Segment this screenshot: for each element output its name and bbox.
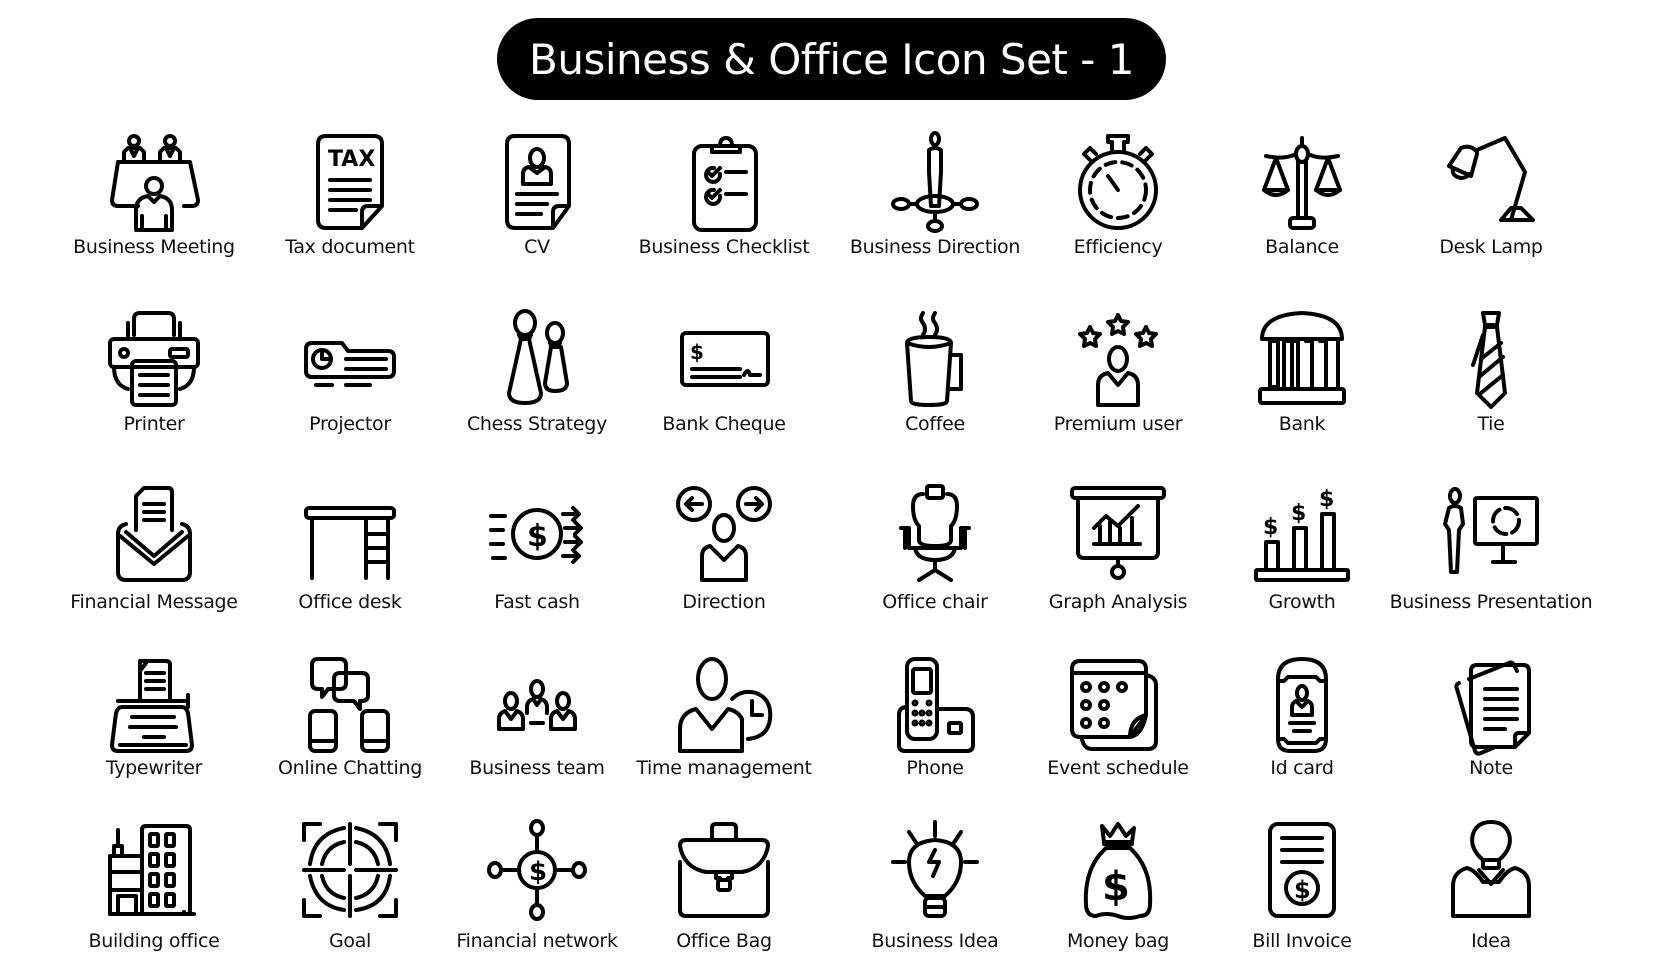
svg-text:$: $ [690, 340, 704, 364]
financial-message-icon [104, 484, 204, 584]
icon-label: Direction [682, 591, 766, 613]
money-bag-icon: $ [1068, 820, 1168, 920]
time-management-icon [674, 655, 774, 755]
business-direction-icon [885, 131, 985, 233]
svg-text:$: $ [1102, 864, 1130, 910]
title-banner: Business & Office Icon Set - 1 [497, 18, 1166, 100]
icon-label: Bank Cheque [662, 413, 786, 435]
fast-cash-icon: $ [487, 484, 587, 584]
icon-label: Business Checklist [638, 236, 810, 258]
bank-cheque-icon: $ [674, 309, 774, 409]
svg-text:$: $ [1294, 876, 1311, 904]
icon-label: Idea [1471, 930, 1511, 952]
online-chatting-icon [300, 655, 400, 755]
icon-label: Desk Lamp [1439, 236, 1543, 258]
business-checklist-icon [674, 132, 774, 232]
page-title: Business & Office Icon Set - 1 [529, 34, 1134, 84]
business-team-icon [487, 655, 587, 755]
svg-text:$: $ [1319, 487, 1334, 512]
printer-icon [104, 309, 204, 409]
premium-user-icon [1068, 309, 1168, 409]
financial-network-icon: $ [487, 819, 587, 921]
icon-label: Time management [636, 757, 812, 779]
desk-lamp-icon [1441, 132, 1541, 232]
icon-label: Office Bag [676, 930, 772, 952]
business-presentation-icon [1441, 484, 1541, 584]
phone-icon [885, 655, 985, 755]
svg-text:$: $ [529, 857, 547, 887]
stopwatch-icon [1068, 132, 1168, 232]
balance-scale-icon [1252, 132, 1352, 232]
goal-target-icon [300, 820, 400, 920]
idea-person-icon [1441, 820, 1541, 920]
svg-text:$: $ [1263, 515, 1278, 540]
bank-building-icon [1252, 309, 1352, 409]
icon-label: Tie [1477, 413, 1505, 435]
briefcase-icon [674, 820, 774, 920]
office-building-icon [104, 820, 204, 920]
projector-icon [300, 309, 400, 409]
necktie-icon [1441, 309, 1541, 409]
note-icon [1441, 655, 1541, 756]
event-schedule-icon [1068, 655, 1168, 755]
id-card-icon [1252, 655, 1352, 755]
svg-text:$: $ [527, 519, 548, 554]
typewriter-icon [104, 655, 204, 755]
icon-label: Business Presentation [1389, 591, 1593, 613]
svg-text:$: $ [1291, 501, 1306, 526]
office-desk-icon [300, 484, 400, 584]
chess-pawns-icon [487, 309, 587, 409]
tax-document-icon: TAX [300, 132, 400, 232]
icon-label: Note [1469, 757, 1513, 779]
bill-invoice-icon: $ [1252, 820, 1352, 920]
office-chair-icon [885, 484, 985, 584]
lightbulb-icon [885, 820, 985, 920]
svg-text:TAX: TAX [328, 147, 375, 172]
graph-analysis-icon [1068, 484, 1168, 584]
coffee-mug-icon [885, 309, 985, 409]
direction-icon [674, 484, 774, 584]
business-meeting-icon [104, 132, 204, 232]
growth-chart-icon: $ $ $ [1252, 484, 1352, 584]
cv-icon [487, 132, 587, 232]
